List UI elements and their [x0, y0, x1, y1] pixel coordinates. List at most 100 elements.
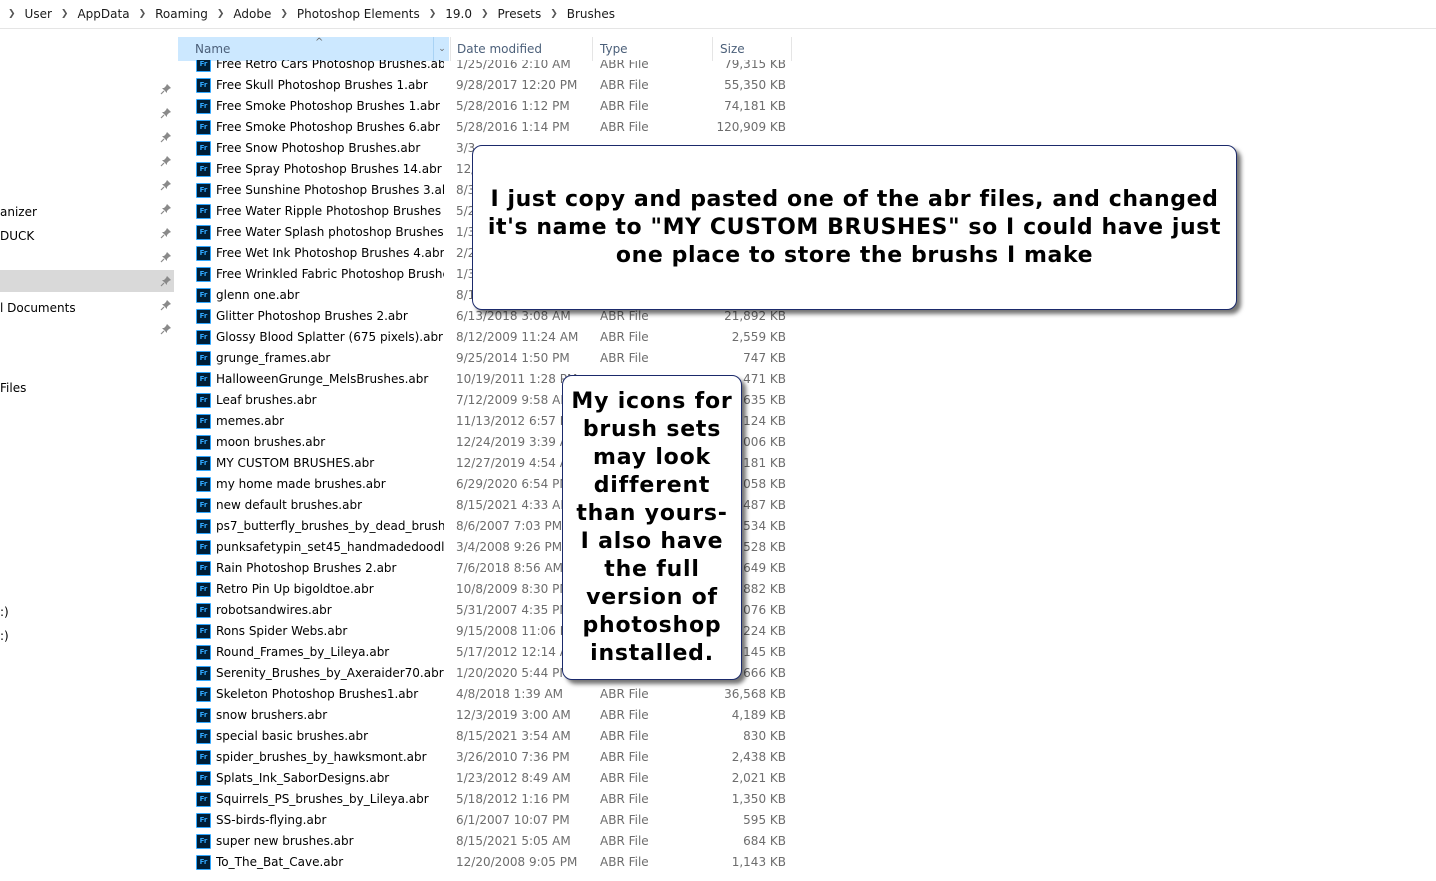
chevron-right-icon[interactable]: ❯: [8, 9, 16, 19]
file-date-modified: 12/3/2019 3:00 AM: [456, 708, 571, 722]
file-row[interactable]: Fr Free Smoke Photoshop Brushes 1.abr 5/28…: [178, 96, 794, 117]
abr-file-icon: Fr: [196, 309, 211, 324]
file-date-modified: 9/28/2017 12:20 PM: [456, 78, 578, 92]
chevron-right-icon[interactable]: ❯: [139, 9, 147, 19]
file-row[interactable]: Fr special basic brushes.abr 8/15/2021 3:5…: [178, 726, 794, 747]
column-header-size[interactable]: Size: [712, 37, 792, 61]
chevron-right-icon[interactable]: ❯: [481, 9, 489, 19]
file-row[interactable]: Fr grunge_frames.abr 9/25/2014 1:50 PM ABR …: [178, 348, 794, 369]
nav-item-label: anizer: [0, 205, 37, 219]
file-row[interactable]: Fr Free Skull Photoshop Brushes 1.abr 9/28…: [178, 75, 794, 96]
file-name: Rain Photoshop Brushes 2.abr: [216, 561, 397, 575]
file-row[interactable]: Fr Glossy Blood Splatter (675 pixels).abr…: [178, 327, 794, 348]
abr-file-icon: Fr: [196, 603, 211, 618]
breadcrumb-item[interactable]: Presets: [498, 7, 542, 21]
sort-ascending-icon: ^: [315, 37, 324, 48]
nav-item-files[interactable]: Files: [0, 378, 174, 400]
nav-item-duck[interactable]: DUCK: [0, 226, 174, 248]
chevron-right-icon[interactable]: ❯: [217, 9, 225, 19]
nav-item-organizer[interactable]: anizer: [0, 202, 174, 224]
file-size: 747 KB: [743, 351, 786, 365]
pin-icon[interactable]: [160, 323, 172, 335]
abr-file-icon: Fr: [196, 435, 211, 450]
file-row[interactable]: Fr Squirrels_PS_brushes_by_Lileya.abr 5/18…: [178, 789, 794, 810]
abr-file-icon: Fr: [196, 60, 211, 72]
file-name: Rons Spider Webs.abr: [216, 624, 348, 638]
pin-icon[interactable]: [160, 179, 172, 191]
pin-icon[interactable]: [160, 83, 172, 95]
pin-icon[interactable]: [160, 275, 172, 287]
file-name: Serenity_Brushes_by_Axeraider70.abr: [216, 666, 444, 680]
abr-file-icon: Fr: [196, 120, 211, 135]
abr-file-icon: Fr: [196, 99, 211, 114]
file-name: punksafetypin_set45_handmadedoodles....: [216, 540, 444, 554]
abr-file-icon: Fr: [196, 414, 211, 429]
file-size: 1,350 KB: [731, 792, 786, 806]
file-name: robotsandwires.abr: [216, 603, 332, 617]
pin-icon[interactable]: [160, 131, 172, 143]
breadcrumb-item[interactable]: Brushes: [567, 7, 615, 21]
file-name: Glitter Photoshop Brushes 2.abr: [216, 309, 408, 323]
chevron-right-icon[interactable]: ❯: [550, 9, 558, 19]
file-size: 1,143 KB: [731, 855, 786, 869]
pin-icon[interactable]: [160, 299, 172, 311]
file-row[interactable]: Fr Splats_Ink_SaborDesigns.abr 1/23/2012 8…: [178, 768, 794, 789]
file-type: ABR File: [600, 771, 649, 785]
pin-icon[interactable]: [160, 107, 172, 119]
file-name: Squirrels_PS_brushes_by_Lileya.abr: [216, 792, 429, 806]
file-date-modified: 9/25/2014 1:50 PM: [456, 351, 570, 365]
nav-item-documents[interactable]: l Documents: [0, 298, 174, 320]
pin-icon[interactable]: [160, 203, 172, 215]
file-name: Glossy Blood Splatter (675 pixels).abr: [216, 330, 443, 344]
abr-file-icon: Fr: [196, 729, 211, 744]
pin-icon[interactable]: [160, 251, 172, 263]
nav-item-label: :): [0, 629, 9, 643]
breadcrumb-item[interactable]: AppData: [77, 7, 129, 21]
nav-item-drive-2[interactable]: :): [0, 626, 174, 648]
file-size: 684 KB: [743, 834, 786, 848]
chevron-down-icon[interactable]: ⌄: [433, 37, 450, 61]
breadcrumb-item[interactable]: 19.0: [445, 7, 472, 21]
column-header-row: ^ Name ⌄ Date modified Type Size: [178, 37, 794, 61]
breadcrumb-item[interactable]: Photoshop Elements: [297, 7, 420, 21]
chevron-right-icon[interactable]: ❯: [61, 9, 69, 19]
file-name: HalloweenGrunge_MelsBrushes.abr: [216, 372, 429, 386]
column-header-date[interactable]: Date modified: [450, 37, 592, 61]
abr-file-icon: Fr: [196, 204, 211, 219]
chevron-right-icon[interactable]: ❯: [280, 9, 288, 19]
file-name: Round_Frames_by_Lileya.abr: [216, 645, 390, 659]
file-name: To_The_Bat_Cave.abr: [216, 855, 344, 869]
file-name: Free Wet Ink Photoshop Brushes 4.abr: [216, 246, 444, 260]
file-name: super new brushes.abr: [216, 834, 354, 848]
abr-file-icon: Fr: [196, 393, 211, 408]
file-type: ABR File: [600, 99, 649, 113]
column-header-type[interactable]: Type: [592, 37, 712, 61]
abr-file-icon: Fr: [196, 687, 211, 702]
file-row[interactable]: Fr super new brushes.abr 8/15/2021 5:05 AM…: [178, 831, 794, 852]
file-type: ABR File: [600, 351, 649, 365]
file-name: Splats_Ink_SaborDesigns.abr: [216, 771, 390, 785]
file-type: ABR File: [600, 330, 649, 344]
file-row[interactable]: Fr Free Smoke Photoshop Brushes 6.abr 5/28…: [178, 117, 794, 138]
file-date-modified: 1/25/2016 2:10 AM: [456, 60, 571, 71]
file-row[interactable]: Fr snow brushers.abr 12/3/2019 3:00 AM ABR …: [178, 705, 794, 726]
file-row[interactable]: Fr To_The_Bat_Cave.abr 12/20/2008 9:05 PM A…: [178, 852, 794, 873]
pin-icon[interactable]: [160, 227, 172, 239]
file-row[interactable]: Fr Skeleton Photoshop Brushes1.abr 4/8/201…: [178, 684, 794, 705]
file-date-modified: 4/8/2018 1:39 AM: [456, 687, 564, 701]
file-name: Skeleton Photoshop Brushes1.abr: [216, 687, 419, 701]
breadcrumb-item[interactable]: User: [25, 7, 52, 21]
chevron-right-icon[interactable]: ❯: [429, 9, 437, 19]
column-header-name[interactable]: ^ Name ⌄: [178, 37, 449, 61]
file-name: Free Spray Photoshop Brushes 14.abr: [216, 162, 442, 176]
nav-item-selected[interactable]: [0, 270, 174, 292]
pin-icon[interactable]: [160, 155, 172, 167]
file-row[interactable]: Fr SS-birds-flying.abr 6/1/2007 10:07 PM AB…: [178, 810, 794, 831]
file-row[interactable]: Fr Free Retro Cars Photoshop Brushes.abr 1…: [178, 60, 794, 75]
abr-file-icon: Fr: [196, 624, 211, 639]
nav-item-drive-1[interactable]: :): [0, 602, 174, 624]
file-type: ABR File: [600, 834, 649, 848]
breadcrumb-item[interactable]: Adobe: [233, 7, 271, 21]
file-row[interactable]: Fr spider_brushes_by_hawksmont.abr 3/26/20…: [178, 747, 794, 768]
breadcrumb-item[interactable]: Roaming: [155, 7, 208, 21]
